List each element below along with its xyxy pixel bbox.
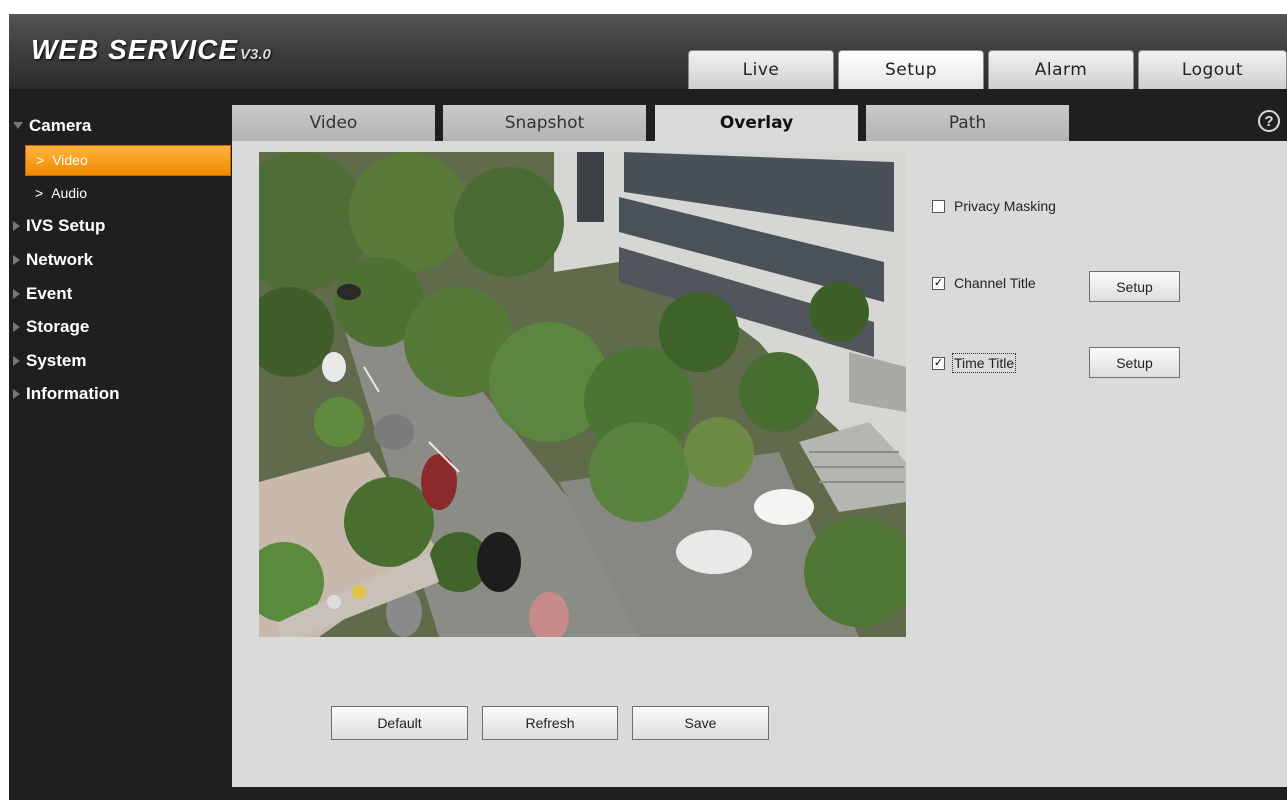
button-label: Save — [684, 715, 717, 731]
sidebar-group-system[interactable]: System — [9, 344, 231, 378]
top-tab-logout[interactable]: Logout — [1138, 50, 1287, 89]
logo: WEB SERVICE V3.0 — [31, 34, 271, 66]
time-title-setup-button[interactable]: Setup — [1089, 347, 1180, 378]
time-title-checkbox[interactable]: ✓ — [932, 356, 945, 370]
logo-text: WEB SERVICE — [31, 34, 239, 65]
channel-title-checkbox[interactable]: ✓ — [932, 276, 945, 290]
time-title-label: Time Title — [951, 353, 1017, 373]
sidebar-group-label: Camera — [29, 115, 92, 135]
tab-path[interactable]: Path — [866, 105, 1069, 141]
tab-label: Overlay — [719, 113, 794, 133]
chevron-right-icon: > — [36, 152, 45, 169]
tab-label: Path — [948, 113, 987, 133]
help-icon[interactable]: ? — [1258, 110, 1280, 132]
button-label: Setup — [1116, 278, 1153, 295]
triangle-right-icon — [13, 355, 20, 366]
sidebar-group-label: Network — [26, 249, 94, 269]
tab-video[interactable]: Video — [232, 105, 435, 141]
triangle-right-icon — [13, 221, 20, 232]
top-tab-setup[interactable]: Setup — [838, 50, 984, 89]
sidebar-group-label: Storage — [26, 317, 90, 337]
top-tab-label: Alarm — [1034, 60, 1088, 80]
sidebar: Camera > Video > Audio IVS Setup Network… — [9, 109, 231, 411]
sidebar-group-event[interactable]: Event — [9, 277, 231, 311]
sidebar-group-label: IVS Setup — [26, 216, 106, 236]
tab-overlay[interactable]: Overlay — [655, 105, 858, 141]
header-bar: WEB SERVICE V3.0 Live Setup Alarm Logout — [9, 14, 1287, 89]
triangle-right-icon — [13, 322, 20, 333]
sidebar-group-label: Information — [26, 384, 120, 404]
triangle-down-icon — [13, 122, 23, 130]
button-label: Setup — [1116, 354, 1153, 371]
sidebar-group-information[interactable]: Information — [9, 378, 231, 412]
top-tab-label: Setup — [885, 60, 937, 80]
button-label: Refresh — [525, 715, 575, 731]
refresh-button[interactable]: Refresh — [482, 706, 618, 740]
privacy-masking-option: Privacy Masking — [932, 198, 1056, 214]
time-title-option: ✓ Time Title — [932, 353, 1017, 373]
channel-title-option: ✓ Channel Title — [932, 275, 1036, 291]
sidebar-group-label: System — [26, 350, 87, 370]
default-button[interactable]: Default — [331, 706, 468, 740]
triangle-right-icon — [13, 254, 20, 265]
sidebar-group-camera[interactable]: Camera — [9, 109, 231, 143]
logo-version: V3.0 — [240, 46, 271, 63]
tab-label: Video — [309, 113, 358, 133]
sidebar-group-ivs-setup[interactable]: IVS Setup — [9, 210, 231, 244]
tab-snapshot[interactable]: Snapshot — [443, 105, 646, 141]
sidebar-group-storage[interactable]: Storage — [9, 310, 231, 344]
video-preview — [259, 152, 906, 637]
top-tab-alarm[interactable]: Alarm — [988, 50, 1134, 89]
sidebar-group-network[interactable]: Network — [9, 243, 231, 277]
privacy-masking-checkbox[interactable] — [932, 199, 945, 213]
channel-title-label: Channel Title — [954, 275, 1036, 291]
top-tab-live[interactable]: Live — [688, 50, 834, 89]
triangle-right-icon — [13, 389, 20, 400]
triangle-right-icon — [13, 288, 20, 299]
sidebar-item-audio[interactable]: > Audio — [25, 178, 231, 209]
channel-title-setup-button[interactable]: Setup — [1089, 271, 1180, 302]
save-button[interactable]: Save — [632, 706, 769, 740]
sidebar-group-label: Event — [26, 283, 73, 303]
chevron-right-icon: > — [35, 185, 44, 202]
camera-scene-image — [259, 152, 906, 637]
sidebar-item-label: Audio — [51, 185, 87, 202]
button-label: Default — [377, 715, 422, 731]
app-window: WEB SERVICE V3.0 Live Setup Alarm Logout … — [9, 14, 1287, 800]
top-tab-label: Logout — [1181, 60, 1244, 80]
sidebar-item-video[interactable]: > Video — [25, 144, 231, 176]
top-tab-label: Live — [742, 60, 780, 80]
sidebar-item-label: Video — [52, 152, 88, 169]
privacy-masking-label: Privacy Masking — [954, 198, 1056, 214]
tab-label: Snapshot — [504, 113, 585, 133]
overlay-panel: Privacy Masking ✓ Channel Title Setup ✓ … — [232, 141, 1287, 787]
